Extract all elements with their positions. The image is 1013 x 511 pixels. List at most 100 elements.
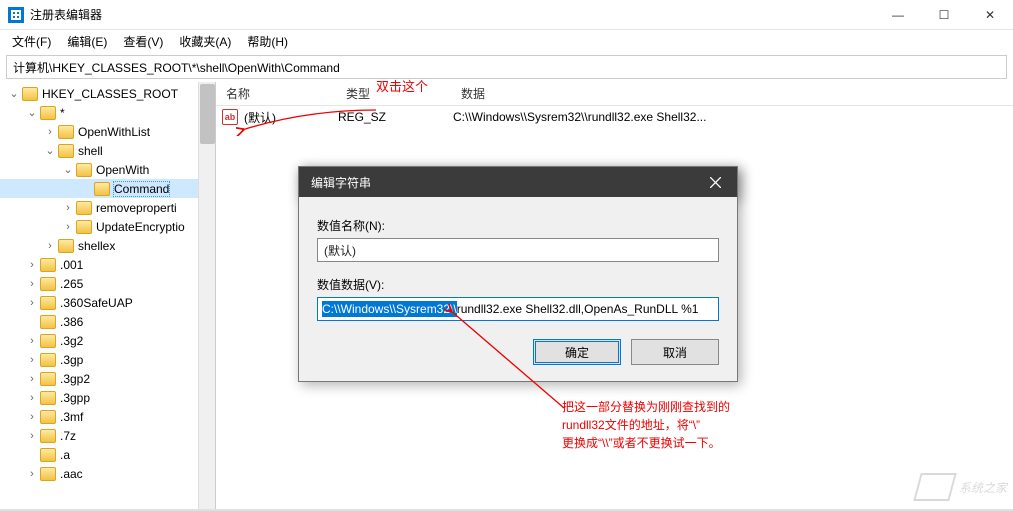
folder-icon bbox=[40, 410, 56, 424]
main-split: HKEY_CLASSES_ROOT *OpenWithListshell OpenW… bbox=[0, 82, 1013, 509]
tree-item[interactable]: .001 bbox=[0, 255, 215, 274]
window-titlebar: 注册表编辑器 — ☐ ✕ bbox=[0, 0, 1013, 30]
tree-item[interactable]: shell bbox=[0, 141, 215, 160]
folder-icon bbox=[58, 239, 74, 253]
expander-icon[interactable] bbox=[24, 354, 40, 366]
value-data-selection: C:\\Windows\\Sysrem32\\ bbox=[322, 301, 457, 317]
expander-icon[interactable] bbox=[42, 126, 58, 138]
maximize-button[interactable]: ☐ bbox=[921, 0, 967, 30]
col-header-type[interactable]: 类型 bbox=[336, 85, 451, 102]
expander-icon[interactable] bbox=[60, 221, 76, 233]
tree-scrollbar[interactable] bbox=[198, 82, 215, 509]
tree-item[interactable]: removeproperti bbox=[0, 198, 215, 217]
folder-icon bbox=[40, 334, 56, 348]
cancel-button[interactable]: 取消 bbox=[631, 339, 719, 365]
annotation-bottom-l3: 更换成“\\”或者不更换试一下。 bbox=[562, 434, 730, 452]
folder-icon bbox=[40, 277, 56, 291]
dialog-titlebar[interactable]: 编辑字符串 bbox=[299, 167, 737, 197]
expander-icon[interactable] bbox=[24, 392, 40, 404]
expander-icon[interactable] bbox=[24, 373, 40, 385]
expander-icon[interactable] bbox=[60, 202, 76, 214]
tree-item[interactable]: .aac bbox=[0, 464, 215, 483]
folder-icon bbox=[22, 87, 38, 101]
tree-item[interactable]: .7z bbox=[0, 426, 215, 445]
list-row-default[interactable]: ab (默认) REG_SZ C:\\Windows\\Sysrem32\\ru… bbox=[216, 106, 1013, 128]
folder-icon bbox=[76, 201, 92, 215]
tree-item[interactable]: .360SafeUAP bbox=[0, 293, 215, 312]
tree-item[interactable]: .386 bbox=[0, 312, 215, 331]
tree-item[interactable]: .3gp bbox=[0, 350, 215, 369]
tree-item-label: .3gpp bbox=[60, 391, 90, 405]
tree-item[interactable]: .3mf bbox=[0, 407, 215, 426]
tree-item[interactable]: shellex bbox=[0, 236, 215, 255]
cell-type: REG_SZ bbox=[338, 110, 453, 124]
folder-icon bbox=[40, 296, 56, 310]
tree-item-label: HKEY_CLASSES_ROOT bbox=[42, 87, 178, 101]
close-button[interactable]: ✕ bbox=[967, 0, 1013, 30]
address-text: 计算机\HKEY_CLASSES_ROOT\*\shell\OpenWith\C… bbox=[13, 59, 340, 76]
col-header-name[interactable]: 名称 bbox=[216, 85, 336, 102]
dialog-close-button[interactable] bbox=[693, 167, 737, 197]
tree-item[interactable]: OpenWithList bbox=[0, 122, 215, 141]
expander-icon[interactable] bbox=[42, 240, 58, 252]
scrollbar-thumb[interactable] bbox=[200, 84, 215, 144]
expander-icon[interactable] bbox=[24, 278, 40, 290]
tree-item[interactable]: HKEY_CLASSES_ROOT bbox=[0, 84, 215, 103]
expander-icon[interactable] bbox=[24, 106, 40, 119]
tree-item[interactable]: .265 bbox=[0, 274, 215, 293]
menu-edit[interactable]: 编辑(E) bbox=[61, 31, 113, 52]
list-panel: 名称 类型 数据 ab (默认) REG_SZ C:\\Windows\\Sys… bbox=[216, 82, 1013, 509]
registry-tree[interactable]: HKEY_CLASSES_ROOT *OpenWithListshell OpenW… bbox=[0, 82, 216, 509]
expander-icon[interactable] bbox=[24, 297, 40, 309]
value-name-input[interactable] bbox=[317, 238, 719, 262]
tree-item[interactable]: UpdateEncryptio bbox=[0, 217, 215, 236]
tree-item[interactable]: OpenWith bbox=[0, 160, 215, 179]
tree-item-label: .3mf bbox=[60, 410, 83, 424]
tree-item-label: OpenWith bbox=[96, 163, 149, 177]
dialog-title-text: 编辑字符串 bbox=[311, 174, 693, 191]
close-icon bbox=[710, 177, 721, 188]
tree-item[interactable]: .3gpp bbox=[0, 388, 215, 407]
expander-icon[interactable] bbox=[6, 87, 22, 100]
expander-icon[interactable] bbox=[24, 259, 40, 271]
expander-icon[interactable] bbox=[42, 144, 58, 157]
menu-file[interactable]: 文件(F) bbox=[6, 31, 57, 52]
cell-name: (默认) bbox=[244, 109, 338, 126]
folder-icon bbox=[40, 258, 56, 272]
tree-item-label: .a bbox=[60, 448, 70, 462]
menu-help[interactable]: 帮助(H) bbox=[241, 31, 294, 52]
tree-item[interactable]: * bbox=[0, 103, 215, 122]
value-data-rest: rundll32.exe Shell32.dll,OpenAs_RunDLL %… bbox=[457, 302, 699, 316]
menu-view[interactable]: 查看(V) bbox=[117, 31, 169, 52]
col-header-data[interactable]: 数据 bbox=[451, 85, 1013, 102]
expander-icon[interactable] bbox=[24, 430, 40, 442]
address-bar[interactable]: 计算机\HKEY_CLASSES_ROOT\*\shell\OpenWith\C… bbox=[6, 55, 1007, 79]
tree-item-label: shellex bbox=[78, 239, 115, 253]
expander-icon[interactable] bbox=[60, 163, 76, 176]
folder-icon bbox=[58, 125, 74, 139]
folder-icon bbox=[40, 106, 56, 120]
folder-icon bbox=[40, 372, 56, 386]
window-title: 注册表编辑器 bbox=[30, 6, 875, 23]
tree-item-label: .001 bbox=[60, 258, 83, 272]
folder-icon bbox=[94, 182, 110, 196]
tree-item[interactable]: .3gp2 bbox=[0, 369, 215, 388]
tree-item-label: UpdateEncryptio bbox=[96, 220, 185, 234]
tree-item-label: removeproperti bbox=[96, 201, 177, 215]
value-name-label: 数值名称(N): bbox=[317, 217, 719, 234]
folder-icon bbox=[40, 315, 56, 329]
folder-icon bbox=[40, 353, 56, 367]
value-data-input[interactable]: C:\\Windows\\Sysrem32\\rundll32.exe Shel… bbox=[317, 297, 719, 321]
ok-button[interactable]: 确定 bbox=[533, 339, 621, 365]
expander-icon[interactable] bbox=[24, 411, 40, 423]
menu-favorites[interactable]: 收藏夹(A) bbox=[173, 31, 237, 52]
tree-item-label: .360SafeUAP bbox=[60, 296, 133, 310]
tree-item-label: .386 bbox=[60, 315, 83, 329]
tree-item[interactable]: .a bbox=[0, 445, 215, 464]
tree-item[interactable]: Command bbox=[0, 179, 215, 198]
minimize-button[interactable]: — bbox=[875, 0, 921, 30]
tree-item[interactable]: .3g2 bbox=[0, 331, 215, 350]
expander-icon[interactable] bbox=[24, 335, 40, 347]
expander-icon[interactable] bbox=[24, 468, 40, 480]
tree-item-label: .7z bbox=[60, 429, 76, 443]
